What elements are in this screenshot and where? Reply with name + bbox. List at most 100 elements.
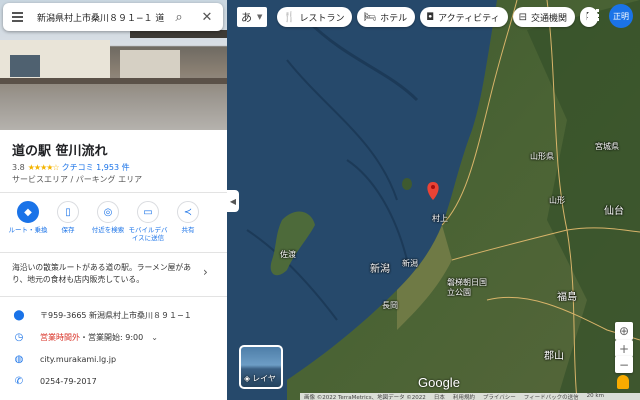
place-category[interactable]: サービスエリア / パーキング エリア (12, 174, 142, 185)
chip-label: レストラン (299, 13, 345, 24)
category-chips: 🍴 レストラン 🛏 ホテル ◘ アクティビティ ⊟ 交通機関 [ (277, 7, 598, 27)
search-box[interactable]: 新潟県村上市桑川８９１−１ 道の駅 笹川流れ ⌕ ✕ (3, 3, 223, 31)
language-toggle[interactable]: あ ▼ (237, 7, 267, 27)
location-pin-icon: ⬤ (13, 310, 25, 321)
my-location-button[interactable]: ⊕ (615, 322, 633, 340)
plus-icon: + (618, 341, 630, 356)
map-label-fukushima: 福島 (557, 292, 577, 303)
phone-row[interactable]: ✆ 0254-79-2017 (12, 376, 97, 387)
map-label-koriyama: 郡山 (544, 351, 564, 362)
layers-icon: ◈ (244, 374, 251, 383)
action-buttons: ◆ ルート・乗換 ▯ 保存 ◎ 付近を検索 ▭ モバイルデバイスに送信 ≺ 共有 (8, 201, 208, 242)
share-icon: ≺ (177, 201, 199, 223)
search-input[interactable]: 新潟県村上市桑川８９１−１ 道の駅 笹川流れ (37, 11, 165, 24)
restaurant-icon: 🍴 (283, 11, 296, 23)
star-rating-icon: ★★★★☆ (27, 163, 60, 172)
send-to-phone-button[interactable]: ▭ モバイルデバイスに送信 (128, 201, 168, 242)
map-label-sendai: 仙台 (604, 206, 624, 217)
directions-icon: ◆ (17, 201, 39, 223)
action-label: ルート・乗換 (8, 226, 48, 234)
map-attribution: 画像 ©2022 TerraMetrics、地図データ ©2022 日本 利用規… (300, 393, 640, 400)
collapse-panel-button[interactable]: ◀ (227, 190, 239, 212)
action-label: 共有 (181, 226, 195, 234)
divider (0, 252, 227, 253)
layer-toggle-button[interactable]: ◈ レイヤ (239, 345, 283, 389)
website-row[interactable]: ◍ city.murakami.lg.jp (12, 354, 116, 365)
place-panel: 新潟県村上市桑川８９１−１ 道の駅 笹川流れ ⌕ ✕ 道の駅 笹川流れ 3.8 … (0, 0, 227, 400)
rating-value: 3.8 (12, 163, 25, 172)
map-label-niigata-big: 新潟 (370, 264, 390, 275)
hours-row[interactable]: ◷ 営業時間外 ・営業開始: 9:00 ⌄ (12, 332, 158, 343)
map-label-park: 磐梯朝日国立公園 (447, 278, 487, 297)
website-text: city.murakami.lg.jp (40, 355, 117, 364)
address-text: 〒959-3665 新潟県村上市桑川８９１−１ (40, 311, 192, 320)
crosshair-icon: ⊕ (618, 324, 630, 338)
map-label-nagaoka: 長岡 (382, 301, 398, 310)
action-label: 付近を検索 (91, 226, 125, 234)
chevron-left-icon: ◀ (229, 196, 237, 206)
chevron-down-icon[interactable]: ⌄ (151, 333, 158, 342)
reviews-link[interactable]: クチコミ 1,953 件 (62, 162, 130, 173)
place-title: 道の駅 笹川流れ (12, 144, 108, 159)
action-label: モバイルデバイスに送信 (128, 226, 168, 243)
map-label-yamagata-city: 山形 (549, 196, 565, 205)
chip-label: 交通機関 (530, 13, 567, 24)
minus-icon: − (618, 357, 630, 372)
divider (0, 192, 227, 193)
chip-restaurant[interactable]: 🍴 レストラン (277, 7, 353, 27)
layer-label: レイヤ (252, 374, 276, 383)
map-label-yamagata-pref: 山形県 (530, 152, 554, 161)
camera-icon: ◘ (426, 11, 435, 23)
map-label-murakami: 村上 (432, 214, 448, 223)
rating-row: 3.8 ★★★★☆ クチコミ 1,953 件 (12, 162, 130, 173)
transit-icon: ⊟ (518, 11, 527, 23)
pegman-icon[interactable] (617, 375, 629, 389)
zoom-out-button[interactable]: − (615, 356, 633, 373)
place-description[interactable]: 海沿いの散策ルートがある道の駅。ラーメン屋があり、地元の食材も店内販売している。 (12, 262, 197, 286)
chip-label: ホテル (380, 13, 408, 24)
chevron-right-icon[interactable]: › (203, 265, 208, 279)
chip-transit[interactable]: ⊟ 交通機関 (512, 7, 575, 27)
hours-status-open: ・営業開始: 9:00 (80, 333, 144, 342)
nearby-button[interactable]: ◎ 付近を検索 (88, 201, 128, 242)
map-label-sado: 佐渡 (280, 250, 296, 259)
share-button[interactable]: ≺ 共有 (168, 201, 208, 242)
privacy-link[interactable]: プライバシー (483, 393, 516, 400)
map-label-miyagi: 宮城県 (595, 142, 619, 151)
satellite-map (246, 0, 640, 400)
language-label: あ (241, 11, 252, 24)
chip-hotel[interactable]: 🛏 ホテル (357, 7, 416, 27)
clock-icon: ◷ (14, 332, 24, 343)
map-label-niigata-small: 新潟 (402, 259, 418, 268)
directions-button[interactable]: ◆ ルート・乗換 (8, 201, 48, 242)
phone-icon: ▭ (137, 201, 159, 223)
globe-icon: ◍ (14, 354, 24, 365)
nearby-icon: ◎ (97, 201, 119, 223)
attribution-text: 画像 ©2022 TerraMetrics、地図データ ©2022 (304, 395, 426, 400)
hotel-icon: 🛏 (363, 11, 377, 23)
hours-status-closed: 営業時間外 (40, 333, 80, 342)
action-label: 保存 (61, 226, 75, 234)
apps-grid-icon[interactable] (587, 9, 599, 21)
search-icon[interactable]: ⌕ (165, 3, 193, 31)
scale-label: 20 km (586, 393, 604, 399)
divider (0, 296, 227, 297)
location-pin-icon (427, 182, 439, 200)
feedback-link[interactable]: フィードバックの送信 (524, 393, 579, 400)
bookmark-icon: ▯ (57, 201, 79, 223)
phone-call-icon: ✆ (14, 376, 24, 387)
address-row[interactable]: ⬤ 〒959-3665 新潟県村上市桑川８９１−１ (12, 310, 192, 321)
chip-activity[interactable]: ◘ アクティビティ (420, 7, 508, 27)
phone-text: 0254-79-2017 (40, 377, 97, 386)
save-button[interactable]: ▯ 保存 (48, 201, 88, 242)
terms-link[interactable]: 利用規約 (453, 393, 475, 400)
chevron-down-icon: ▼ (257, 13, 263, 21)
attribution-region[interactable]: 日本 (434, 393, 445, 400)
map-view[interactable]: 山形県 宮城県 仙台 新潟 新潟 佐渡 福島 郡山 山形 村上 磐梯朝日国立公園… (227, 0, 640, 400)
close-icon[interactable]: ✕ (193, 3, 221, 31)
google-logo: Google (418, 375, 460, 390)
zoom-in-button[interactable]: + (615, 340, 633, 357)
avatar[interactable]: 正明 (609, 4, 633, 28)
chip-label: アクティビティ (438, 13, 500, 24)
hamburger-menu-icon[interactable] (3, 3, 31, 31)
